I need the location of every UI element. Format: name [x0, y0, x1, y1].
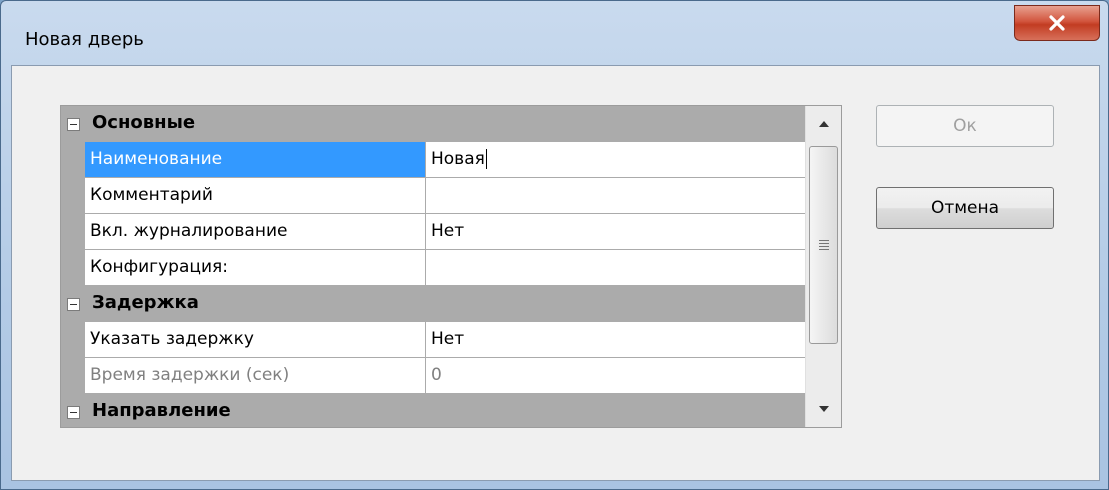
scroll-thumb[interactable] — [809, 146, 838, 344]
property-value[interactable]: Нет — [426, 322, 805, 358]
property-value[interactable]: Нет — [426, 214, 805, 250]
collapse-icon[interactable] — [67, 298, 80, 311]
dialog-client-area: Основные Наименование Новая Комментарий … — [11, 65, 1100, 481]
property-name[interactable]: Вкл. журналирование — [85, 214, 425, 250]
dialog-window: Новая дверь Основные Наименование Новая … — [0, 0, 1109, 490]
property-row-delay-time[interactable]: Время задержки (сек) 0 — [61, 358, 805, 394]
property-value[interactable]: Новая — [431, 149, 485, 169]
arrow-down-icon — [819, 406, 829, 412]
property-row-set-delay[interactable]: Указать задержку Нет — [61, 322, 805, 358]
text-caret — [485, 149, 487, 169]
property-name[interactable]: Указать задержку — [85, 322, 425, 358]
property-value[interactable] — [426, 178, 805, 214]
property-value-editor[interactable]: Новая — [426, 142, 805, 178]
category-row-main[interactable]: Основные — [61, 106, 805, 142]
category-label: Основные — [92, 112, 196, 133]
category-label: Задержка — [92, 292, 199, 313]
collapse-icon[interactable] — [67, 406, 80, 419]
property-row-name[interactable]: Наименование Новая — [61, 142, 805, 178]
grip-icon — [818, 240, 829, 250]
property-grid-rows: Основные Наименование Новая Комментарий … — [61, 106, 805, 427]
property-row-comment[interactable]: Комментарий — [61, 178, 805, 214]
cancel-button[interactable]: Отмена — [876, 187, 1054, 229]
property-value[interactable]: 0 — [426, 358, 805, 394]
ok-button[interactable]: Ок — [876, 105, 1054, 147]
category-label: Направление — [92, 400, 231, 421]
scroll-up-button[interactable] — [806, 106, 841, 142]
property-row-configuration[interactable]: Конфигурация: — [61, 250, 805, 286]
property-name[interactable]: Комментарий — [85, 178, 425, 214]
scroll-down-button[interactable] — [806, 391, 841, 427]
category-row-direction[interactable]: Направление — [61, 394, 805, 427]
close-icon — [1049, 15, 1065, 31]
close-button[interactable] — [1014, 5, 1100, 41]
property-row-logging[interactable]: Вкл. журналирование Нет — [61, 214, 805, 250]
property-value[interactable] — [426, 250, 805, 286]
category-row-delay[interactable]: Задержка — [61, 286, 805, 322]
vertical-scrollbar[interactable] — [805, 106, 841, 427]
collapse-icon[interactable] — [67, 118, 80, 131]
title-bar[interactable]: Новая дверь — [1, 1, 1108, 65]
property-name[interactable]: Конфигурация: — [85, 250, 425, 286]
property-name[interactable]: Время задержки (сек) — [85, 358, 425, 394]
property-grid[interactable]: Основные Наименование Новая Комментарий … — [60, 105, 842, 428]
window-title: Новая дверь — [25, 29, 144, 50]
arrow-up-icon — [819, 121, 829, 127]
property-name[interactable]: Наименование — [85, 142, 425, 178]
